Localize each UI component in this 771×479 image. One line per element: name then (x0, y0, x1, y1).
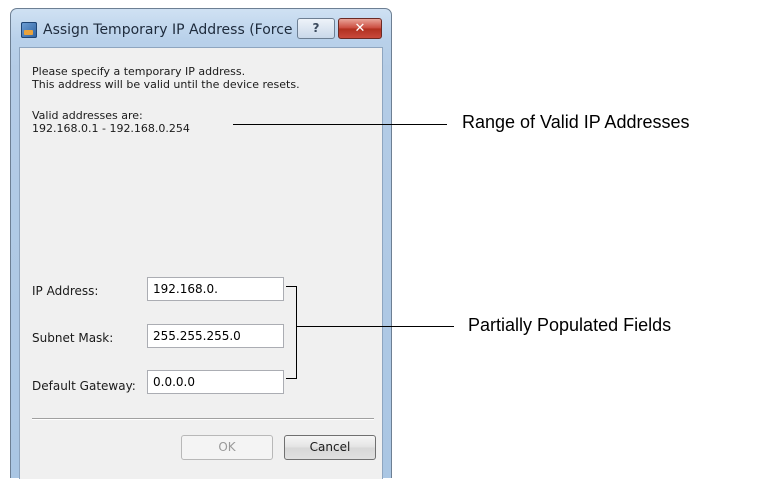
default-gateway-label: Default Gateway: (32, 379, 136, 393)
intro-line-2: This address will be valid until the dev… (32, 78, 300, 91)
subnet-mask-input[interactable] (147, 324, 284, 348)
intro-line-1: Please specify a temporary IP address. (32, 65, 246, 78)
range-callout-line (233, 124, 447, 125)
bracket-vertical (296, 286, 297, 379)
cancel-button[interactable]: Cancel (284, 435, 376, 460)
ok-button[interactable]: OK (181, 435, 273, 460)
default-gateway-input[interactable] (147, 370, 284, 394)
fields-callout-line (296, 326, 454, 327)
close-button[interactable]: ✕ (338, 18, 382, 39)
title-bar[interactable]: Assign Temporary IP Address (Force ... ?… (11, 9, 391, 47)
window-title: Assign Temporary IP Address (Force ... (43, 22, 311, 38)
valid-addresses-heading: Valid addresses are: (32, 109, 143, 122)
assign-ip-dialog: Assign Temporary IP Address (Force ... ?… (10, 8, 392, 479)
network-device-icon (21, 22, 37, 38)
ip-address-label: IP Address: (32, 284, 99, 298)
subnet-mask-label: Subnet Mask: (32, 331, 114, 345)
valid-address-range: 192.168.0.1 - 192.168.0.254 (32, 122, 190, 135)
button-separator (32, 418, 374, 420)
help-button[interactable]: ? (297, 18, 335, 39)
fields-callout-label: Partially Populated Fields (468, 315, 672, 335)
ip-address-input[interactable] (147, 277, 284, 301)
bracket-bottom (286, 378, 297, 379)
dialog-client-area: Please specify a temporary IP address. T… (19, 47, 383, 479)
range-callout-label: Range of Valid IP Addresses (462, 112, 690, 132)
